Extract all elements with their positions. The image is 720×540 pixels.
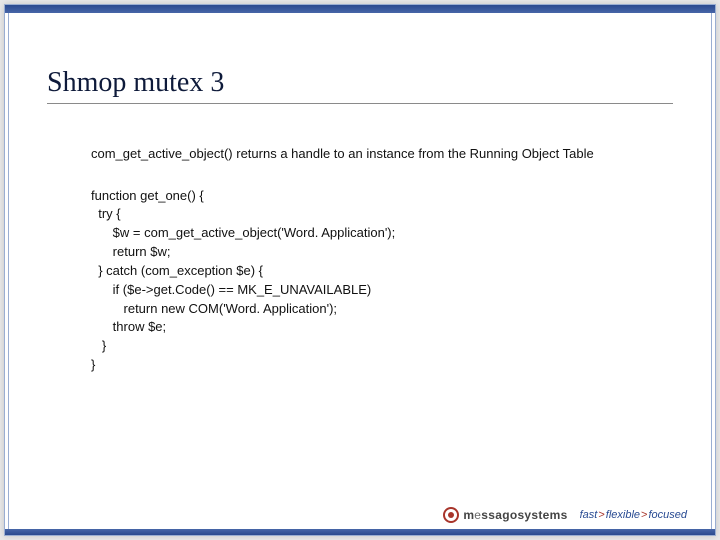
brand-name: messagosystems	[463, 508, 567, 522]
top-band	[5, 5, 715, 13]
slide: Shmop mutex 3 com_get_active_object() re…	[4, 4, 716, 536]
code-sample: function get_one() { try { $w = com_get_…	[91, 187, 655, 375]
bottom-band	[5, 529, 715, 535]
left-border	[8, 13, 9, 529]
tag-fast: fast	[580, 509, 598, 521]
tagline: fast>flexible>focused	[580, 509, 687, 521]
slide-title: Shmop mutex 3	[47, 67, 673, 99]
separator-icon: >	[641, 509, 647, 521]
tag-flexible: flexible	[606, 509, 640, 521]
slide-body: com_get_active_object() returns a handle…	[91, 145, 655, 375]
description-text: com_get_active_object() returns a handle…	[91, 145, 655, 163]
right-border	[711, 13, 712, 529]
separator-icon: >	[598, 509, 604, 521]
tag-focused: focused	[648, 509, 687, 521]
title-block: Shmop mutex 3	[47, 67, 673, 104]
brand-logo: messagosystems	[443, 507, 567, 523]
footer: messagosystems fast>flexible>focused	[443, 507, 687, 523]
logo-mark-icon	[443, 507, 459, 523]
